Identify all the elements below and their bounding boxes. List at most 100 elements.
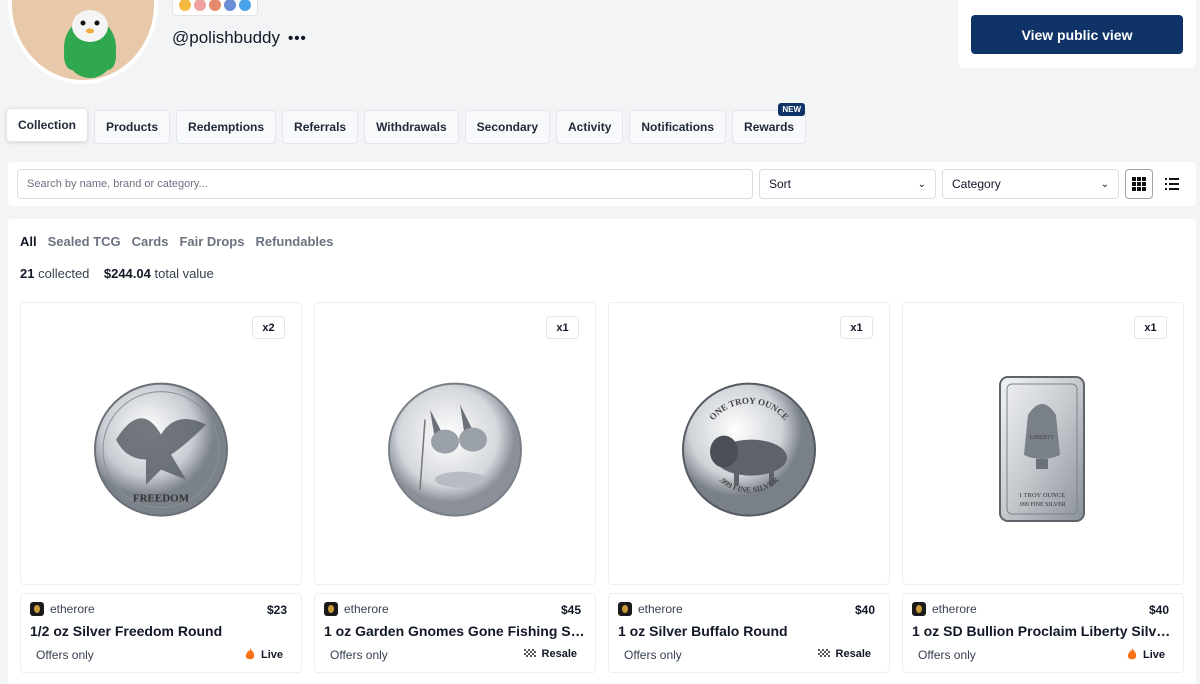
list-view-button[interactable] xyxy=(1158,169,1186,199)
product-title[interactable]: 1 oz Garden Gnomes Gone Fishing Silver R… xyxy=(324,623,586,639)
tab-secondary[interactable]: Secondary xyxy=(464,110,551,144)
product-card-info[interactable]: etherore $23 1/2 oz Silver Freedom Round… xyxy=(20,593,302,673)
profile-avatar[interactable] xyxy=(8,0,158,84)
tab-notifications[interactable]: Notifications xyxy=(629,110,727,144)
profile-badge-icon xyxy=(179,0,191,11)
coin-inscription: FREEDOM xyxy=(133,492,190,504)
product-title[interactable]: 1 oz Silver Buffalo Round xyxy=(618,623,880,639)
new-badge: NEW xyxy=(778,103,806,116)
tab-label: Referrals xyxy=(294,120,347,134)
status-badge: Resale xyxy=(523,648,577,660)
filter-bar: Sort ⌄ Category ⌄ xyxy=(8,162,1196,206)
buffalo-round-coin-icon: ONE TROY OUNCE .999 FINE SILVER xyxy=(682,382,816,517)
price: $23 xyxy=(266,603,287,617)
product-card-image[interactable]: x1 ONE TROY OUNCE .999 FINE SILVER xyxy=(608,302,890,585)
status-text: Live xyxy=(260,648,283,661)
brand[interactable]: etherore xyxy=(912,602,977,616)
liberty-bell-bar-icon: LIBERTY 1 TROY OUNCE .999 FINE SILVER xyxy=(999,375,1085,522)
product-title[interactable]: 1/2 oz Silver Freedom Round xyxy=(30,623,292,639)
tab-products[interactable]: Products xyxy=(94,110,171,144)
brand-logo-icon xyxy=(324,602,338,616)
subtab-all[interactable]: All xyxy=(20,234,37,249)
product-card-info[interactable]: etherore $40 1 oz Silver Buffalo Round O… xyxy=(608,593,890,673)
profile-tabs: Collection Products Redemptions Referrals Wi… xyxy=(6,103,807,144)
chevron-down-icon: ⌄ xyxy=(917,178,926,190)
chevron-down-icon: ⌄ xyxy=(1100,178,1109,190)
price: $45 xyxy=(560,603,581,617)
brand[interactable]: etherore xyxy=(30,602,95,616)
collection-subtabs: All Sealed TCG Cards Fair Drops Refundables xyxy=(20,234,333,249)
tab-label: Secondary xyxy=(476,120,539,134)
quantity-badge: x1 xyxy=(1134,316,1167,339)
offers-label: Offers only xyxy=(624,648,682,662)
brand-logo-icon xyxy=(618,602,632,616)
penguin-avatar-icon xyxy=(12,0,154,80)
subtab-cards[interactable]: Cards xyxy=(132,234,169,249)
sort-select[interactable]: Sort ⌄ xyxy=(759,169,936,199)
brand-logo-icon xyxy=(912,602,926,616)
status-badge: Resale xyxy=(817,648,871,660)
list-icon xyxy=(1165,178,1179,190)
fire-icon xyxy=(245,648,255,660)
category-select[interactable]: Category ⌄ xyxy=(942,169,1119,199)
offers-label: Offers only xyxy=(330,648,388,662)
status-text: Resale xyxy=(835,648,871,660)
quantity-badge: x2 xyxy=(252,316,285,339)
freedom-round-coin-icon: FREEDOM xyxy=(94,382,228,517)
search-input[interactable] xyxy=(17,169,753,199)
product-card-image[interactable]: x2 FREEDOM xyxy=(20,302,302,585)
tab-collection[interactable]: Collection xyxy=(6,108,89,142)
collected-label: collected xyxy=(38,266,90,281)
product-title[interactable]: 1 oz SD Bullion Proclaim Liberty Silver … xyxy=(912,623,1174,639)
tab-label: Rewards xyxy=(744,120,795,134)
profile-badge-icon xyxy=(239,0,251,11)
category-label: Category xyxy=(952,177,1001,191)
tab-withdrawals[interactable]: Withdrawals xyxy=(364,110,459,144)
product-card-image[interactable]: x1 xyxy=(314,302,596,585)
collected-count: 21 xyxy=(20,266,35,281)
collection-summary: 21 collected $244.04 total value xyxy=(20,266,214,281)
price: $40 xyxy=(854,603,875,617)
tab-label: Products xyxy=(106,120,159,134)
brand-name: etherore xyxy=(932,602,977,616)
collection-panel: All Sealed TCG Cards Fair Drops Refundables … xyxy=(8,219,1196,684)
subtab-sealed-tcg[interactable]: Sealed TCG xyxy=(48,234,121,249)
status-text: Resale xyxy=(541,648,577,660)
tab-label: Activity xyxy=(568,120,612,134)
resale-icon xyxy=(523,649,536,657)
tab-label: Collection xyxy=(18,118,77,132)
brand-name: etherore xyxy=(50,602,95,616)
quantity-badge: x1 xyxy=(840,316,873,339)
brand[interactable]: etherore xyxy=(324,602,389,616)
subtab-fair-drops[interactable]: Fair Drops xyxy=(179,234,244,249)
username-text: @polishbuddy xyxy=(172,28,280,47)
brand[interactable]: etherore xyxy=(618,602,683,616)
total-value-label: total value xyxy=(154,266,214,281)
subtab-refundables[interactable]: Refundables xyxy=(255,234,333,249)
resale-icon xyxy=(817,649,830,657)
tab-activity[interactable]: Activity xyxy=(556,110,624,144)
tab-referrals[interactable]: Referrals xyxy=(282,110,359,144)
bar-inscription: LIBERTY xyxy=(1030,435,1056,441)
offers-label: Offers only xyxy=(36,648,94,662)
product-card-info[interactable]: etherore $40 1 oz SD Bullion Proclaim Li… xyxy=(902,593,1184,673)
profile-badge-icon xyxy=(209,0,221,11)
tab-rewards[interactable]: Rewards NEW xyxy=(732,103,807,144)
brand-logo-icon xyxy=(30,602,44,616)
more-options-icon[interactable]: ••• xyxy=(288,30,307,47)
product-card-image[interactable]: x1 LIBERTY 1 TROY OUNCE .999 FINE SILVER xyxy=(902,302,1184,585)
status-text: Live xyxy=(1142,648,1165,661)
tab-label: Withdrawals xyxy=(376,120,447,134)
product-card-info[interactable]: etherore $45 1 oz Garden Gnomes Gone Fis… xyxy=(314,593,596,673)
tab-redemptions[interactable]: Redemptions xyxy=(176,110,277,144)
tab-label: Redemptions xyxy=(188,120,265,134)
grid-view-button[interactable] xyxy=(1125,169,1153,199)
view-public-view-button[interactable]: View public view xyxy=(971,15,1183,54)
brand-name: etherore xyxy=(638,602,683,616)
offers-label: Offers only xyxy=(918,648,976,662)
badge-strip xyxy=(172,0,258,16)
tab-label: Notifications xyxy=(641,120,715,134)
bar-purity: .999 FINE SILVER xyxy=(1018,502,1065,508)
profile-username: @polishbuddy ••• xyxy=(172,28,307,48)
sort-label: Sort xyxy=(769,177,792,191)
